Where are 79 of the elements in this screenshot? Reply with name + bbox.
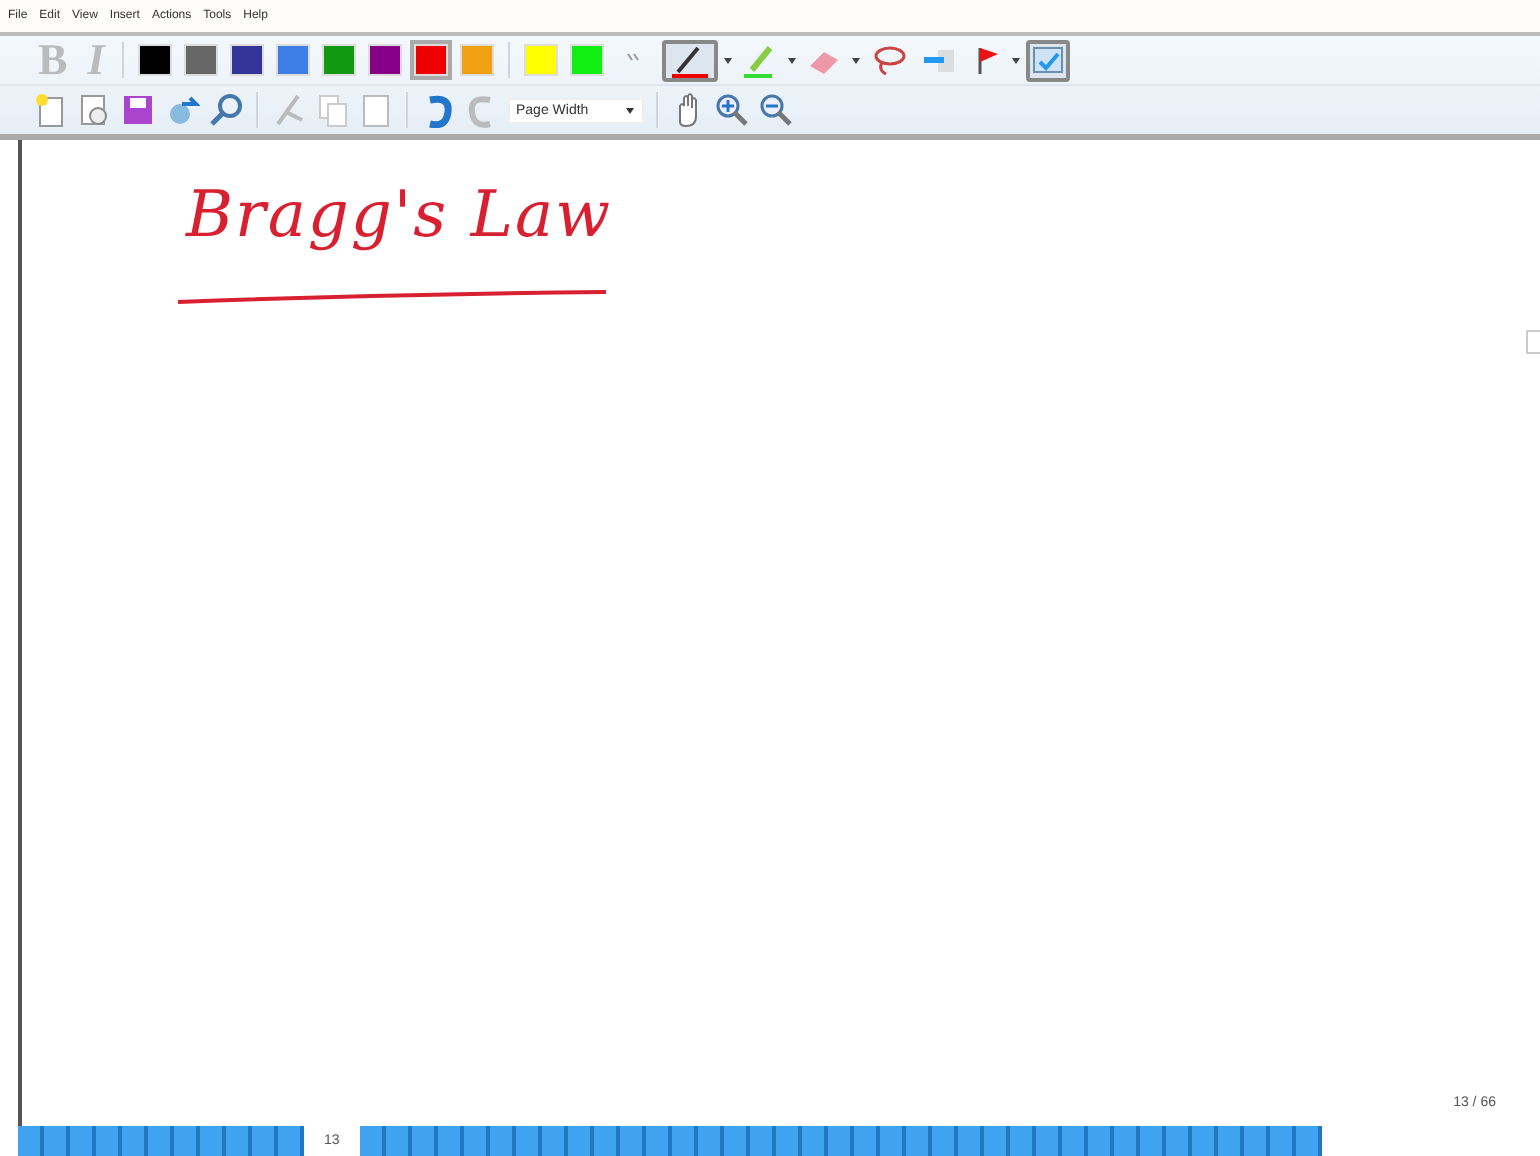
page-thumbnail[interactable] (853, 1126, 880, 1156)
dropdown-arrow-icon[interactable] (722, 54, 735, 66)
page-thumbnail[interactable] (70, 1126, 96, 1156)
search-icon[interactable] (208, 92, 244, 128)
page-thumbnail[interactable] (983, 1126, 1010, 1156)
zoom-in-icon[interactable] (714, 92, 750, 128)
color-swatch[interactable] (276, 44, 311, 76)
page-thumbnail[interactable] (1243, 1126, 1270, 1156)
handwritten-title: Bragg's Law (186, 176, 612, 252)
page-thumbnail[interactable] (18, 1126, 44, 1156)
page-thumbnail[interactable] (801, 1126, 828, 1156)
page-thumbnail[interactable] (671, 1126, 698, 1156)
page-thumbnail[interactable] (411, 1126, 438, 1156)
page-thumbnail[interactable] (1035, 1126, 1062, 1156)
insert-space-icon (922, 44, 959, 76)
page-thumbnail[interactable] (619, 1126, 646, 1156)
color-swatch[interactable] (138, 44, 173, 76)
page-thumbnail[interactable] (1165, 1126, 1192, 1156)
page-thumbnail[interactable] (437, 1126, 464, 1156)
page-thumbnail[interactable] (957, 1126, 984, 1156)
pen-tool-button[interactable] (662, 39, 719, 81)
page-thumbnail[interactable] (905, 1126, 932, 1156)
page-thumbnail[interactable] (463, 1126, 490, 1156)
page-thumbnail[interactable] (385, 1126, 412, 1156)
page-thumbnail[interactable] (278, 1126, 304, 1156)
page-thumbnail[interactable] (827, 1126, 854, 1156)
pen-icon (668, 42, 713, 78)
page-thumbnail[interactable] (1217, 1126, 1244, 1156)
page-thumbnail[interactable] (723, 1126, 750, 1156)
flag-icon (974, 44, 1003, 76)
color-swatch[interactable] (570, 44, 605, 76)
color-swatch[interactable] (184, 44, 219, 76)
page-thumbnail[interactable] (174, 1126, 200, 1156)
scroll-handle[interactable] (1526, 330, 1540, 354)
page-thumbnail[interactable] (775, 1126, 802, 1156)
page-thumbnail[interactable] (252, 1126, 278, 1156)
caret-icon (624, 104, 636, 116)
color-swatch[interactable] (368, 44, 403, 76)
new-page-icon[interactable] (32, 92, 68, 128)
save-icon[interactable] (120, 92, 156, 128)
page-thumbnail[interactable] (489, 1126, 516, 1156)
color-swatch[interactable] (230, 44, 265, 76)
page-thumbnail[interactable] (1061, 1126, 1088, 1156)
page-thumbnail[interactable] (96, 1126, 122, 1156)
zoom-out-icon[interactable] (758, 92, 794, 128)
page-thumbnail[interactable] (200, 1126, 226, 1156)
page-thumbnail[interactable] (44, 1126, 70, 1156)
color-swatch[interactable] (524, 44, 559, 76)
page-thumbnail[interactable] (931, 1126, 958, 1156)
page-thumbnail[interactable] (226, 1126, 252, 1156)
dropdown-arrow-icon[interactable] (1010, 54, 1023, 66)
page-thumbnail[interactable] (122, 1126, 148, 1156)
page-thumbnail[interactable] (567, 1126, 594, 1156)
page-thumbnail[interactable] (148, 1126, 174, 1156)
dropdown-arrow-icon[interactable] (786, 54, 799, 66)
copy-icon[interactable] (314, 92, 350, 128)
page-thumbnail[interactable] (879, 1126, 906, 1156)
paste-icon[interactable] (358, 92, 394, 128)
page-thumbnail[interactable] (749, 1126, 776, 1156)
page-thumbnail[interactable] (359, 1126, 386, 1156)
lasso-icon (870, 44, 907, 76)
page-thumbnail[interactable] (645, 1126, 672, 1156)
page-thumbnail[interactable] (1191, 1126, 1218, 1156)
page-thumbnail[interactable] (1009, 1126, 1036, 1156)
page-thumbnail[interactable] (593, 1126, 620, 1156)
page-thumbnail[interactable] (1269, 1126, 1296, 1156)
color-swatch[interactable] (414, 44, 449, 76)
page-clock-icon[interactable] (76, 92, 112, 128)
checkbox-panel-icon (1032, 46, 1065, 74)
page-thumbnail[interactable] (515, 1126, 542, 1156)
page-thumbnail[interactable] (1113, 1126, 1140, 1156)
page-thumbnail[interactable] (1087, 1126, 1114, 1156)
page-thumbnail[interactable] (1295, 1126, 1322, 1156)
dropdown-arrow-icon[interactable] (850, 54, 863, 66)
page-thumbnail[interactable] (1139, 1126, 1166, 1156)
page-thumbnail[interactable] (697, 1126, 724, 1156)
color-swatch[interactable] (460, 44, 495, 76)
color-swatch[interactable] (322, 44, 357, 76)
page-thumbnail[interactable] (541, 1126, 568, 1156)
